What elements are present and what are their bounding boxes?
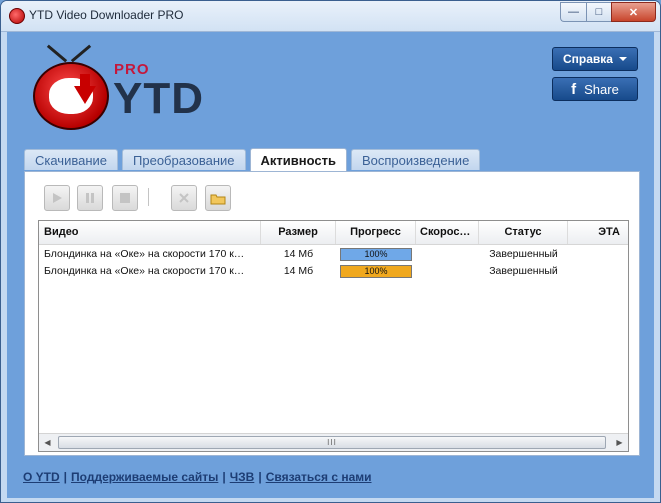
delete-icon — [179, 193, 189, 203]
close-icon: ✕ — [628, 6, 639, 19]
progress-bar: 100% — [340, 248, 412, 261]
scrollbar-thumb[interactable]: III — [58, 436, 606, 449]
download-eta — [568, 247, 628, 262]
table-row[interactable]: Блондинка на «Оке» на скорости 170 к… 14… — [39, 247, 628, 262]
tab-bar: Скачивание Преобразование Активность Вос… — [24, 148, 481, 171]
video-size: 14 Мб — [283, 265, 314, 277]
stop-button[interactable] — [112, 185, 138, 211]
tab-convert[interactable]: Преобразование — [122, 149, 246, 170]
horizontal-scrollbar[interactable]: ◀ III ▶ — [39, 433, 628, 451]
activity-panel: Видео Размер Прогресс Скорос… Статус ЭТА… — [24, 171, 640, 456]
footer-separator: | — [258, 470, 262, 484]
pause-button[interactable] — [77, 185, 103, 211]
scrollbar-grip: III — [327, 438, 337, 447]
tv-logo-icon — [33, 62, 109, 130]
footer-separator: | — [222, 470, 226, 484]
play-icon — [53, 193, 62, 203]
download-status: Завершенный — [489, 265, 558, 277]
close-button[interactable]: ✕ — [611, 2, 656, 22]
share-button[interactable]: f Share — [552, 77, 638, 101]
download-status: Завершенный — [489, 248, 558, 260]
download-speed — [416, 264, 479, 279]
minimize-icon: — — [568, 6, 579, 18]
maximize-icon: □ — [595, 6, 603, 18]
column-status[interactable]: Статус — [479, 221, 568, 244]
app-window: YTD Video Downloader PRO — □ ✕ PRO YTD С… — [0, 0, 661, 503]
progress-text: 100% — [364, 266, 388, 276]
progress-text: 100% — [364, 249, 388, 259]
window-title: YTD Video Downloader PRO — [29, 8, 184, 22]
scroll-right-arrow-icon[interactable]: ▶ — [611, 434, 628, 451]
column-video[interactable]: Видео — [39, 221, 261, 244]
video-title: Блондинка на «Оке» на скорости 170 к… — [44, 248, 245, 260]
download-arrow-icon — [74, 86, 96, 104]
footer-links: О YTD | Поддерживаемые сайты | ЧЗВ | Связаться… — [23, 470, 372, 484]
tv-screen — [49, 74, 96, 114]
tab-activity[interactable]: Активность — [249, 148, 347, 171]
download-speed — [416, 247, 479, 262]
table-row[interactable]: Блондинка на «Оке» на скорости 170 к… 14… — [39, 264, 628, 279]
stop-icon — [120, 193, 130, 203]
link-about[interactable]: О YTD — [23, 470, 60, 484]
pause-icon — [86, 193, 94, 203]
link-contact[interactable]: Связаться с нами — [266, 470, 372, 484]
download-eta — [568, 264, 628, 279]
logo-ytd-text: YTD — [113, 74, 204, 123]
help-button[interactable]: Справка — [552, 47, 638, 71]
tab-playback[interactable]: Воспроизведение — [350, 149, 481, 170]
scroll-left-arrow-icon[interactable]: ◀ — [39, 434, 56, 451]
chevron-down-icon — [618, 57, 627, 61]
video-title: Блондинка на «Оке» на скорости 170 к… — [44, 265, 245, 277]
column-progress[interactable]: Прогресс — [336, 221, 416, 244]
column-eta[interactable]: ЭТА — [568, 221, 628, 244]
table-header: Видео Размер Прогресс Скорос… Статус ЭТА — [39, 221, 628, 245]
video-size: 14 Мб — [283, 248, 314, 260]
help-button-label: Справка — [563, 52, 613, 66]
download-arrow-stem — [80, 74, 90, 86]
tab-download[interactable]: Скачивание — [24, 149, 119, 170]
antenna-left — [46, 44, 68, 63]
minimize-button[interactable]: — — [560, 2, 586, 22]
open-folder-button[interactable] — [205, 185, 231, 211]
window-controls: — □ ✕ — [560, 2, 656, 22]
folder-icon — [210, 194, 226, 204]
column-size[interactable]: Размер — [261, 221, 336, 244]
toolbar-separator — [148, 188, 149, 206]
activity-table: Видео Размер Прогресс Скорос… Статус ЭТА… — [38, 220, 629, 452]
progress-bar: 100% — [340, 265, 412, 278]
main-content: PRO YTD Справка f Share Скачивание Преоб… — [7, 32, 654, 498]
antenna-right — [70, 44, 92, 63]
link-supported-sites[interactable]: Поддерживаемые сайты — [71, 470, 218, 484]
share-button-label: Share — [584, 81, 619, 97]
ytd-logo: PRO YTD — [29, 40, 229, 150]
title-bar[interactable]: YTD Video Downloader PRO — □ ✕ — [1, 1, 660, 32]
delete-button[interactable] — [171, 185, 197, 211]
link-faq[interactable]: ЧЗВ — [230, 470, 255, 484]
footer-separator: | — [63, 470, 68, 484]
column-speed[interactable]: Скорос… — [416, 221, 479, 244]
facebook-icon: f — [571, 80, 577, 98]
app-icon — [9, 8, 25, 24]
maximize-button[interactable]: □ — [586, 2, 611, 22]
play-button[interactable] — [44, 185, 70, 211]
